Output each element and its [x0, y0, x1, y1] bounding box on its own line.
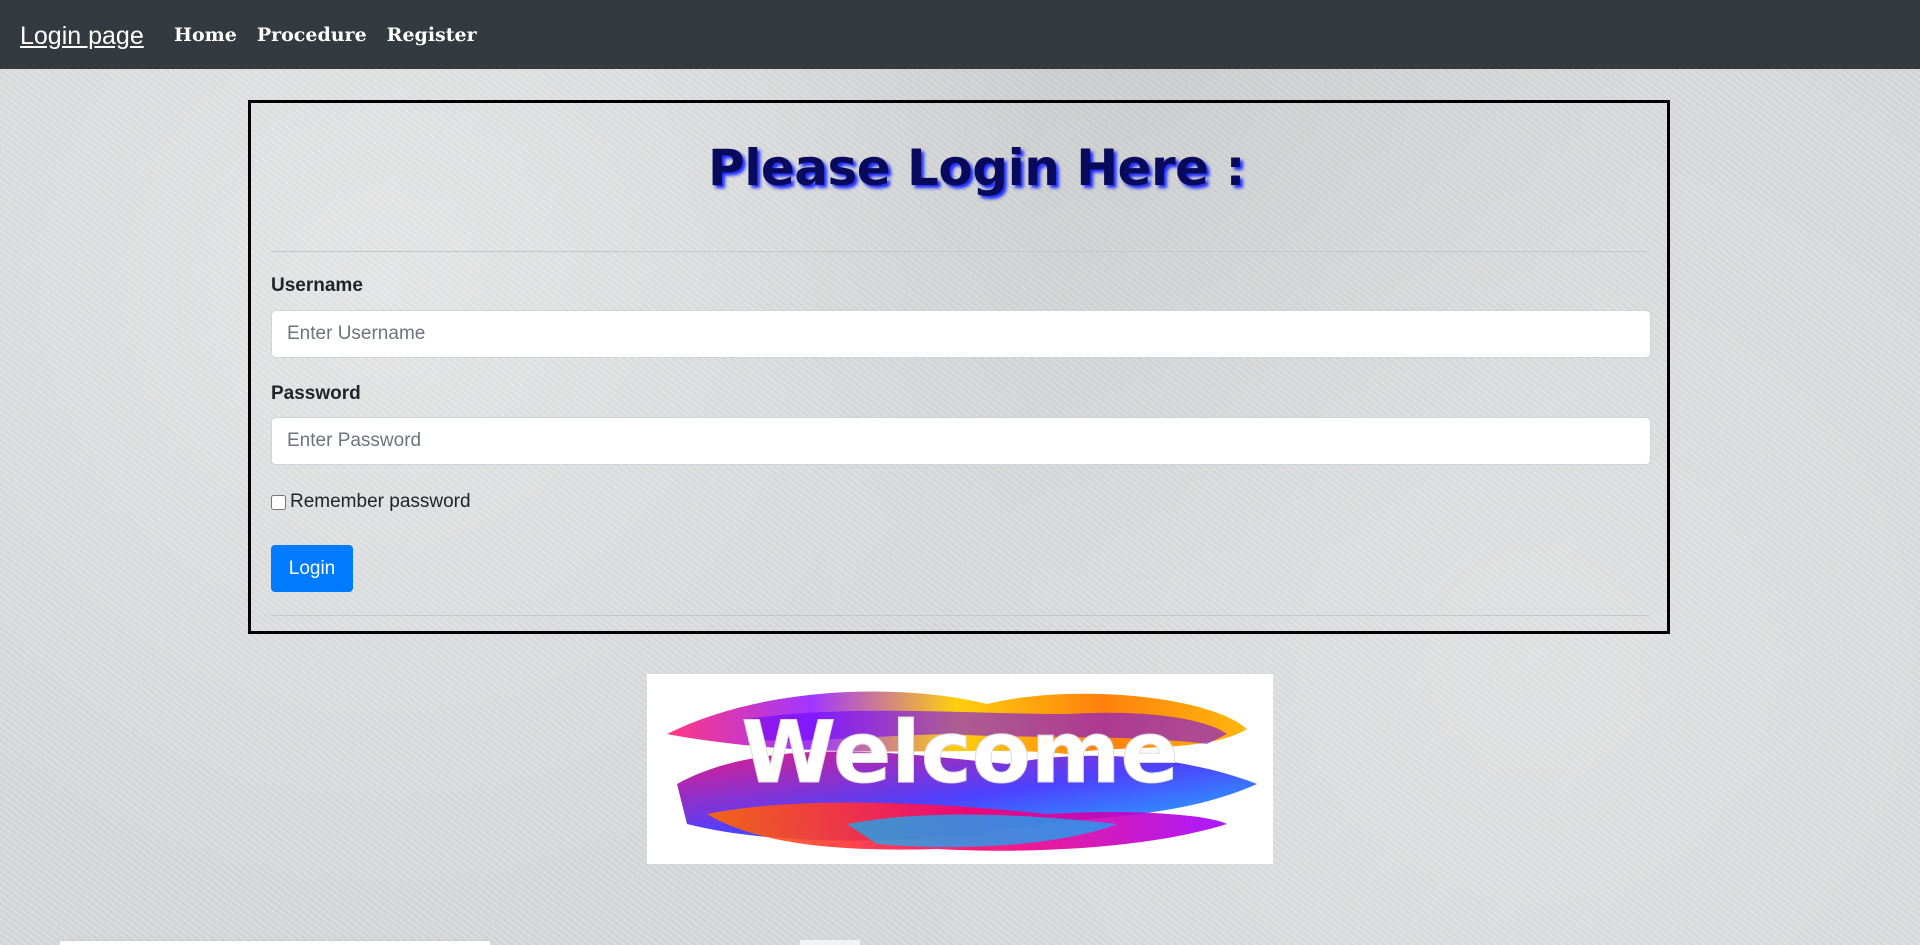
remember-password-label[interactable]: Remember password	[290, 491, 471, 513]
bottom-partial-element-2	[800, 940, 860, 945]
welcome-graphic: Welcome	[667, 691, 1257, 851]
username-label: Username	[271, 275, 363, 296]
login-card: Please Login Here : Username Password Re…	[248, 100, 1670, 634]
welcome-text: Welcome	[741, 703, 1179, 803]
nav-link-procedure[interactable]: Procedure	[257, 22, 367, 48]
brand-link[interactable]: Login page	[20, 20, 144, 52]
login-button[interactable]: Login	[271, 545, 353, 592]
username-input[interactable]	[271, 310, 1651, 358]
page-title: Please Login Here :	[708, 139, 1245, 197]
password-input[interactable]	[271, 417, 1651, 465]
nav-links: Home Procedure Register	[174, 22, 497, 48]
top-navbar: Login page Home Procedure Register	[0, 0, 1920, 69]
nav-link-home[interactable]: Home	[174, 22, 237, 48]
nav-link-register[interactable]: Register	[387, 22, 477, 48]
welcome-image: Welcome	[647, 674, 1273, 864]
divider-top	[271, 251, 1649, 252]
bottom-partial-element	[60, 940, 490, 945]
password-label: Password	[271, 383, 361, 404]
remember-row: Remember password	[271, 491, 471, 513]
divider-bottom	[271, 615, 1649, 616]
remember-password-checkbox[interactable]	[271, 494, 286, 510]
